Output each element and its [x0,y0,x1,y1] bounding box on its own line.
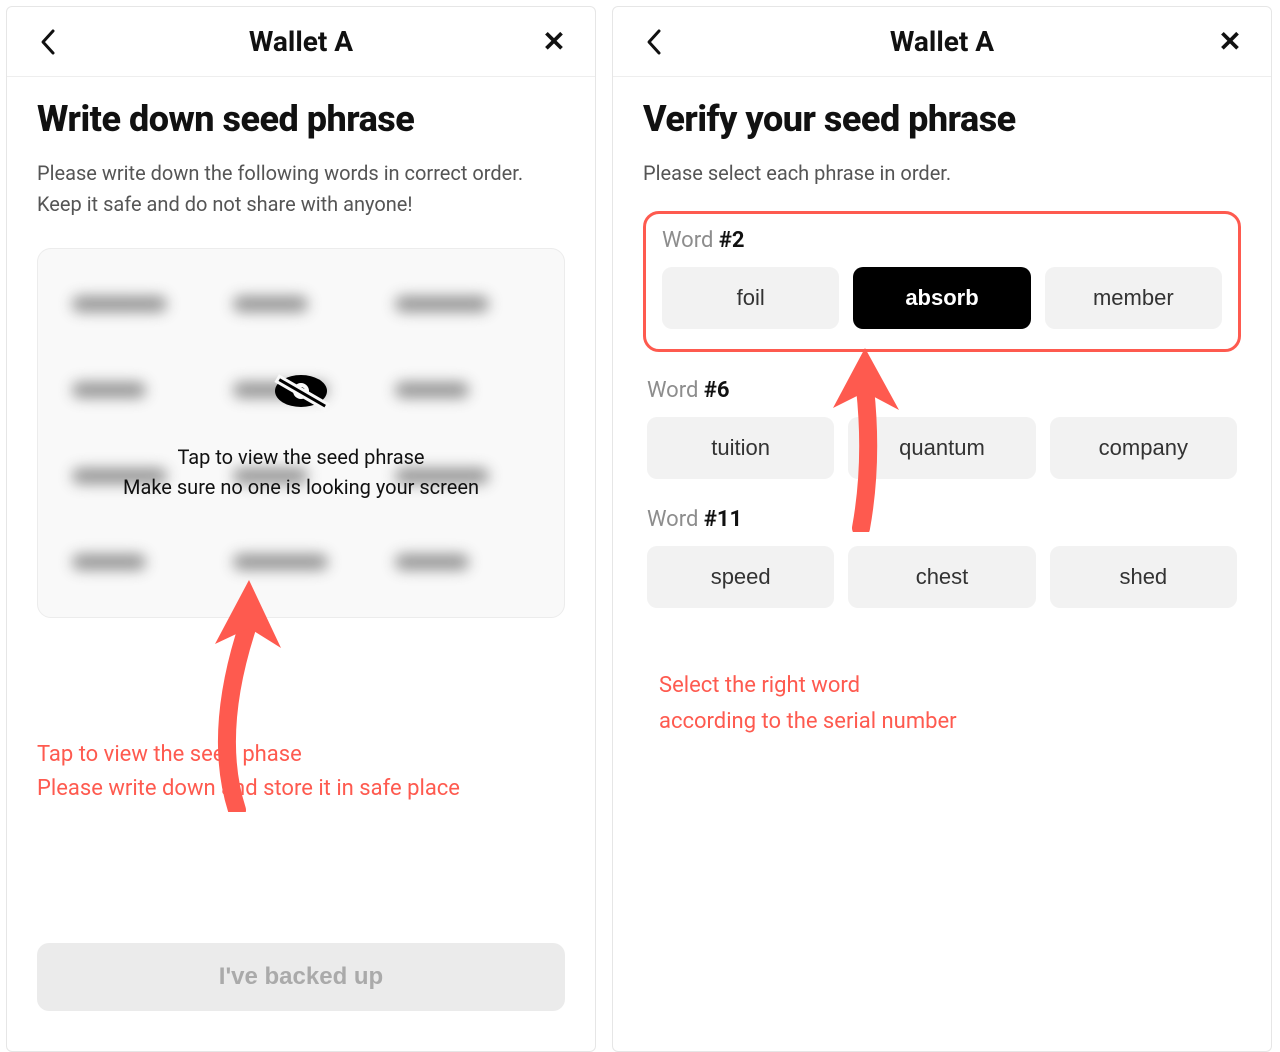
chevron-left-icon [645,28,663,56]
choice-absorb[interactable]: absorb [853,267,1030,329]
tap-to-view-line1: Tap to view the seed phrase [123,445,479,469]
seed-overlay: Tap to view the seed phrase Make sure no… [123,367,479,499]
word-label: Word #11 [647,507,1237,532]
choice-quantum[interactable]: quantum [848,417,1035,479]
word-group-11: Word #11 speedchestshed [643,507,1241,608]
close-button[interactable]: ✕ [1215,27,1245,57]
choice-row: speedchestshed [647,546,1237,608]
word-group-6: Word #6 tuitionquantumcompany [643,378,1241,479]
seed-phrase-hidden-box[interactable]: Tap to view the seed phrase Make sure no… [37,248,565,618]
word-label: Word #6 [647,378,1237,403]
right-panel: Wallet A ✕ Verify your seed phrase Pleas… [612,6,1272,1052]
choice-company[interactable]: company [1050,417,1237,479]
left-panel: Wallet A ✕ Write down seed phrase Please… [6,6,596,1052]
page-subtitle: Please write down the following words in… [37,158,565,220]
close-icon: ✕ [1218,28,1241,56]
right-content: Verify your seed phrase Please select ea… [613,77,1271,1051]
word-label: Word #2 [662,228,1222,253]
annotation-left: Tap to view the seed phase Please write … [37,738,565,806]
annotation-right-line2: according to the serial number [659,704,1241,739]
header: Wallet A ✕ [7,7,595,77]
page-heading: Write down seed phrase [37,99,565,140]
choice-shed[interactable]: shed [1050,546,1237,608]
annotation-right: Select the right word according to the s… [659,668,1241,738]
choice-foil[interactable]: foil [662,267,839,329]
word-label-number: #6 [704,378,730,403]
word-label-prefix: Word [647,378,704,403]
tap-to-view-line2: Make sure no one is looking your screen [123,475,479,499]
choice-member[interactable]: member [1045,267,1222,329]
word-label-prefix: Word [662,228,719,253]
annotation-right-line1: Select the right word [659,668,1241,703]
annotation-left-line2: Please write down and store it in safe p… [37,772,565,806]
word-label-number: #11 [704,507,742,532]
page-heading: Verify your seed phrase [643,99,1241,140]
annotation-left-line1: Tap to view the seed phase [37,738,565,772]
back-button[interactable] [33,27,63,57]
eye-off-icon [269,367,333,415]
choice-row: foilabsorbmember [662,267,1222,329]
word-label-number: #2 [719,228,745,253]
close-icon: ✕ [542,28,565,56]
back-button[interactable] [639,27,669,57]
header-title: Wallet A [890,25,994,58]
left-content: Write down seed phrase Please write down… [7,77,595,1051]
verify-groups: Word #2 foilabsorbmember Word #6 tuitionqua… [643,211,1241,608]
choice-tuition[interactable]: tuition [647,417,834,479]
word-group-2: Word #2 foilabsorbmember [643,211,1241,352]
backed-up-button[interactable]: I've backed up [37,943,565,1011]
page-subtitle: Please select each phrase in order. [643,158,1241,189]
close-button[interactable]: ✕ [539,27,569,57]
header-title: Wallet A [249,25,353,58]
choice-row: tuitionquantumcompany [647,417,1237,479]
choice-chest[interactable]: chest [848,546,1035,608]
choice-speed[interactable]: speed [647,546,834,608]
header: Wallet A ✕ [613,7,1271,77]
chevron-left-icon [39,28,57,56]
word-label-prefix: Word [647,507,704,532]
